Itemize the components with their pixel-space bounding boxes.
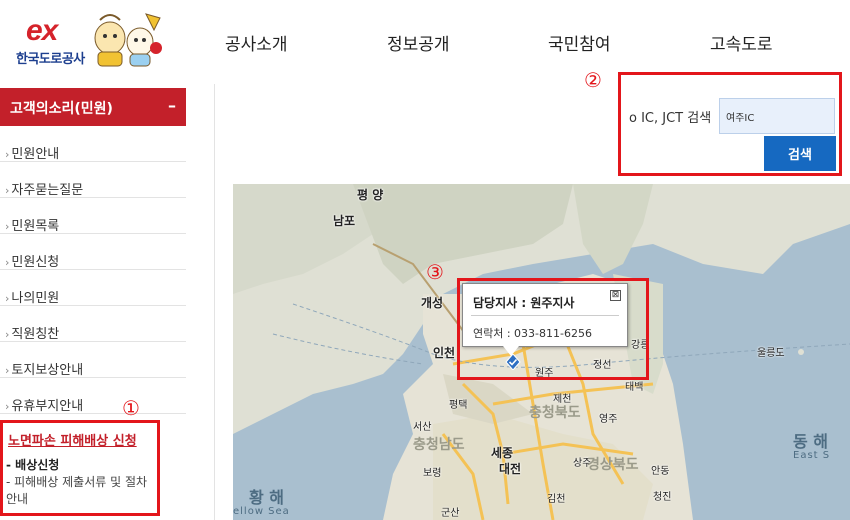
divider	[214, 84, 215, 520]
chevron-right-icon: ›	[5, 364, 10, 377]
nav-item-expressway[interactable]: 고속도로	[710, 30, 773, 55]
collapse-icon[interactable]: –	[168, 96, 176, 115]
map-label-andong: 안동	[651, 466, 670, 477]
nav-item-about[interactable]: 공사소개	[225, 30, 288, 55]
annotation-box-3	[457, 278, 649, 380]
main-nav: 공사소개 정보공개 국민참여 고속도로	[0, 30, 850, 60]
map-label-ulleungdo: 울릉도	[757, 348, 785, 359]
annotation-number-2: ②	[584, 68, 602, 92]
search-button[interactable]: 검색	[764, 136, 836, 171]
map-label-gimcheon: 김천	[547, 494, 566, 505]
sidebar-item-apply[interactable]: › 민원신청	[0, 234, 186, 270]
map-label-pyongyang: 평 양	[357, 188, 384, 202]
chevron-right-icon: ›	[5, 220, 10, 233]
sidebar-header[interactable]: 고객의소리(민원) –	[0, 88, 186, 126]
map-region-chungnam: 충청남도	[413, 437, 465, 453]
map-label-seosan: 서산	[413, 422, 432, 433]
map-label-daejeon: 대전	[499, 462, 522, 476]
sidebar-item-my[interactable]: › 나의민원	[0, 270, 186, 306]
sidebar-item-faq[interactable]: › 자주묻는질문	[0, 162, 186, 198]
map-label-sejong: 세종	[491, 446, 514, 460]
search-label: o IC, JCT 검색	[629, 111, 712, 126]
map-label-yeongju: 영주	[599, 414, 618, 425]
map-label-gunsan: 군산	[441, 508, 460, 519]
map-label-yellow-sea-en: ellow Sea	[233, 506, 290, 517]
sidebar-menu: › 민원안내 › 자주묻는질문 › 민원목록 › 민원신청 › 나의민원 › 직원칭찬 › 토…	[0, 126, 186, 414]
ic-search-input[interactable]	[719, 98, 835, 134]
map-label-gaeseong: 개성	[421, 296, 444, 310]
annotation-number-3: ③	[426, 260, 444, 284]
map-label-cheongjin: 청진	[653, 492, 672, 503]
sidebar-item-list[interactable]: › 민원목록	[0, 198, 186, 234]
sidebar-item-guide[interactable]: › 민원안내	[0, 126, 186, 162]
nav-item-participation[interactable]: 국민참여	[548, 30, 611, 55]
annotation-box-1	[0, 420, 160, 516]
map-label-boryeong: 보령	[423, 468, 442, 479]
sidebar-item-land[interactable]: › 토지보상안내	[0, 342, 186, 378]
chevron-right-icon: ›	[5, 148, 10, 161]
chevron-right-icon: ›	[5, 328, 10, 341]
map-label-yellow-sea: 황 해	[249, 488, 285, 507]
sidebar-item-praise[interactable]: › 직원칭찬	[0, 306, 186, 342]
annotation-number-1: ①	[122, 396, 140, 420]
chevron-right-icon: ›	[5, 400, 10, 413]
chevron-right-icon: ›	[5, 292, 10, 305]
sidebar-title: 고객의소리(민원)	[10, 101, 113, 117]
map-label-incheon: 인천	[433, 346, 456, 360]
map-label-taebaek: 태백	[625, 382, 644, 393]
chevron-right-icon: ›	[5, 184, 10, 197]
chevron-right-icon: ›	[5, 256, 10, 269]
map-label-pyeongtaek: 평택	[449, 400, 468, 411]
map-label-east-sea: 동 해	[793, 432, 829, 451]
map-label-east-sea-en: East S	[793, 450, 831, 461]
map-region-gyeongbuk: 경상북도	[587, 457, 639, 473]
nav-item-info[interactable]: 정보공개	[387, 30, 450, 55]
sidebar-item-idle-land[interactable]: › 유휴부지안내	[0, 378, 186, 414]
page: ex 한국도로공사 공사소개 정보공개 국민참여 고속도로 고객의소리(민원) …	[0, 0, 850, 520]
map-region-chungbuk: 충청북도	[529, 405, 581, 421]
map-label-nampo: 남포	[333, 214, 356, 228]
